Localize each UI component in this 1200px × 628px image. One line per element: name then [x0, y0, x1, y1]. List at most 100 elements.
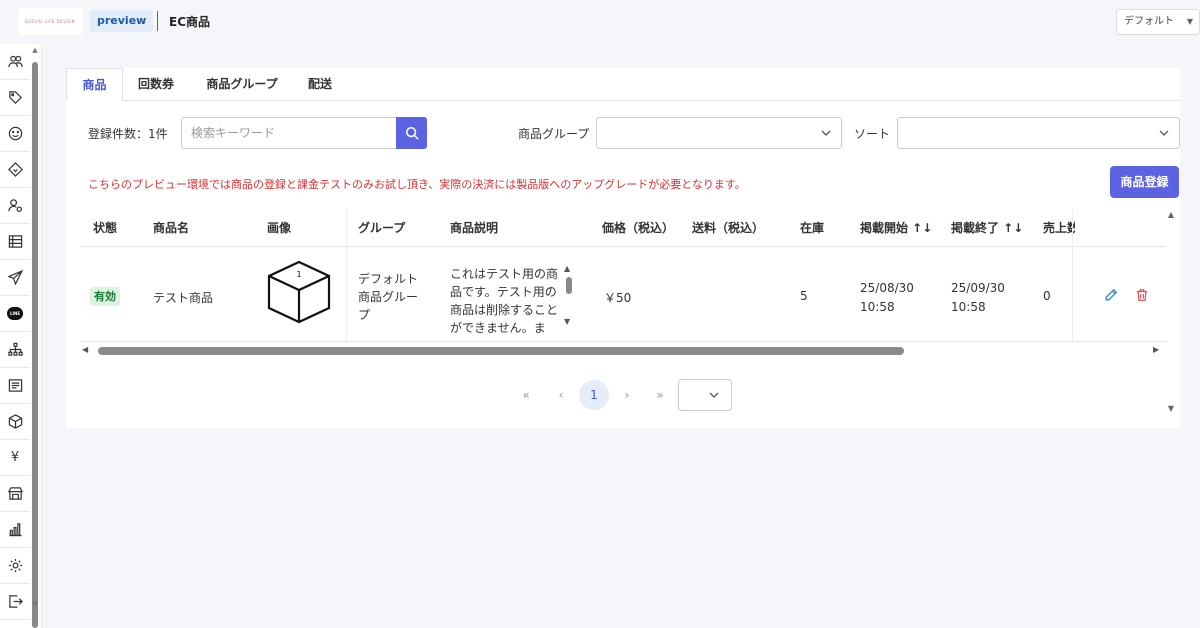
table-horizontal-scrollbar[interactable]: ◀ ▶: [80, 344, 1166, 358]
search-icon: [405, 126, 419, 140]
sidebar-item-analytics[interactable]: [0, 512, 30, 548]
description-scroll-thumb[interactable]: [566, 277, 572, 294]
current-page-button[interactable]: 1: [579, 380, 609, 410]
sidebar-item-hierarchy[interactable]: [0, 332, 30, 368]
smile-icon: [8, 126, 22, 141]
gear-icon: [8, 558, 22, 573]
trash-icon: [1136, 289, 1148, 301]
sidebar-scroll-thumb[interactable]: [32, 62, 38, 628]
sidebar-item-tags[interactable]: [0, 80, 30, 116]
group-filter-select[interactable]: [596, 117, 842, 149]
form-icon: [8, 379, 22, 392]
scroll-down-icon[interactable]: ▼: [30, 600, 40, 608]
col-header-status: 状態: [93, 221, 118, 235]
scroll-down-icon[interactable]: ▼: [1166, 404, 1176, 413]
search-input[interactable]: [181, 117, 397, 149]
publish-start-date: 25/08/30: [860, 281, 914, 295]
first-page-button[interactable]: «: [516, 380, 536, 411]
prev-page-button[interactable]: ‹: [551, 380, 571, 411]
preview-notice: こちらのプレビュー環境では商品の登録と課金テストのみお試し頂き、実際の決済には製…: [88, 178, 746, 191]
ticket-icon: [7, 162, 23, 177]
box-icon: [8, 414, 22, 429]
sidebar-item-coupons[interactable]: [0, 152, 30, 188]
last-page-button[interactable]: »: [650, 380, 670, 411]
row-divider: [80, 341, 1166, 342]
sidebar-item-lists[interactable]: [0, 224, 30, 260]
chevron-down-icon: [821, 130, 831, 136]
page-vertical-scrollbar[interactable]: ▲ ▼: [1166, 210, 1176, 414]
sidebar-item-payments[interactable]: ¥: [0, 440, 30, 476]
product-group: デフォルト商品グループ: [358, 272, 419, 322]
scroll-left-icon[interactable]: ◀: [82, 345, 88, 354]
sidebar-item-messages[interactable]: [0, 260, 30, 296]
group-filter-label: 商品グループ: [518, 127, 590, 141]
app-header: SUZURI LIFE DESIGN preview EC商品 デフォルト ▼: [0, 0, 1200, 44]
sidebar-item-friends[interactable]: [0, 116, 30, 152]
register-product-button[interactable]: 商品登録: [1110, 166, 1179, 198]
column-divider: [1072, 210, 1073, 341]
logo[interactable]: SUZURI LIFE DESIGN: [18, 8, 82, 35]
tab-products[interactable]: 商品: [66, 68, 123, 101]
sidebar-item-line[interactable]: LINE: [0, 296, 30, 332]
sidebar-item-products[interactable]: [0, 404, 30, 440]
header-divider: [157, 11, 158, 31]
hierarchy-icon: [7, 342, 23, 356]
product-image-number: 1: [296, 270, 301, 279]
tab-tickets[interactable]: 回数券: [128, 68, 184, 101]
sidebar-item-store[interactable]: [0, 476, 30, 512]
sidebar-item-settings[interactable]: [0, 548, 30, 584]
horizontal-scroll-thumb[interactable]: [98, 347, 904, 355]
tab-product-groups[interactable]: 商品グループ: [194, 68, 290, 101]
search-button[interactable]: [396, 117, 427, 149]
sort-select[interactable]: [897, 117, 1180, 149]
page-size-select[interactable]: [678, 379, 732, 411]
sidebar-item-export[interactable]: [0, 584, 30, 620]
export-icon: [8, 595, 23, 608]
col-header-end[interactable]: 掲載終了 ↑↓: [951, 210, 1023, 246]
publish-end-date: 25/09/30: [951, 281, 1005, 295]
language-select[interactable]: デフォルト ▼: [1116, 9, 1200, 35]
col-header-image: 画像: [267, 221, 292, 235]
scroll-up-icon[interactable]: ▲: [1166, 210, 1176, 219]
next-page-button[interactable]: ›: [617, 380, 637, 411]
edit-button[interactable]: [1104, 288, 1118, 305]
publish-start-time: 10:58: [860, 300, 895, 314]
tag-icon: [8, 91, 22, 104]
sidebar-item-staff[interactable]: [0, 188, 30, 224]
delete-button[interactable]: [1135, 288, 1149, 305]
scroll-up-icon[interactable]: ▲: [564, 264, 570, 273]
user-settings-icon: [7, 199, 22, 212]
col-header-name: 商品名: [153, 221, 190, 235]
scroll-up-icon[interactable]: ▲: [30, 46, 40, 54]
preview-badge: preview: [90, 10, 154, 32]
chevron-down-icon: ▼: [1186, 17, 1193, 26]
header-divider: [80, 246, 1166, 247]
col-header-start[interactable]: 掲載開始 ↑↓: [860, 210, 932, 246]
tab-shipping[interactable]: 配送: [300, 68, 340, 101]
page-title: EC商品: [169, 15, 211, 29]
scroll-right-icon[interactable]: ▶: [1153, 345, 1159, 354]
scroll-down-icon[interactable]: ▼: [564, 317, 570, 326]
description-scrollbar[interactable]: ▲ ▼: [564, 264, 574, 330]
sidebar: LINE ¥ ▲ ▼: [0, 44, 42, 628]
chart-icon: [8, 523, 22, 537]
users-icon: [7, 55, 23, 68]
col-header-shipping: 送料（税込）: [692, 221, 765, 235]
language-value: デフォルト: [1124, 16, 1174, 27]
product-stock: 5: [800, 289, 808, 303]
yen-icon: ¥: [10, 450, 20, 465]
product-description: これはテスト用の商品です。テスト用の商品は削除することができません。ま: [450, 267, 559, 335]
products-panel: 商品 回数券 商品グループ 配送 登録件数：1件 商品グループ ソート こちらの…: [66, 68, 1180, 428]
col-header-group: グループ: [358, 221, 406, 235]
logo-text: SUZURI LIFE DESIGN: [24, 19, 76, 24]
chevron-down-icon: [1159, 130, 1169, 136]
col-header-description: 商品説明: [450, 221, 499, 235]
product-name: テスト商品: [153, 291, 214, 305]
sidebar-item-forms[interactable]: [0, 368, 30, 404]
publish-end: 25/09/30 10:58: [951, 279, 1005, 317]
chevron-down-icon: [709, 392, 719, 398]
pencil-icon: [1105, 288, 1118, 301]
line-icon: LINE: [7, 307, 23, 320]
product-sales: 0: [1043, 289, 1051, 303]
sidebar-item-users[interactable]: [0, 44, 30, 80]
